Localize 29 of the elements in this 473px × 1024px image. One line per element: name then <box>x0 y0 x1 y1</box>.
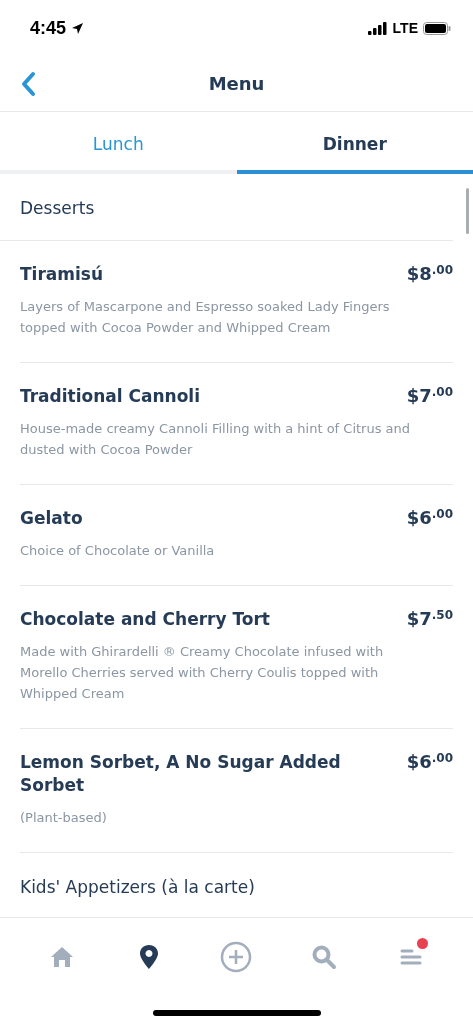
location-arrow-icon <box>71 21 85 35</box>
item-price: $6$^{.00}$ <box>406 507 453 528</box>
item-description: House-made creamy Cannoli Filling with a hint of Citrus and dusted with Cocoa Powder <box>20 420 412 459</box>
item-description: (Plant-based) <box>20 809 108 827</box>
item-description: Choice of Chocolate or Vanilla <box>20 542 216 560</box>
status-time: 4:45 <box>30 17 67 39</box>
scrollbar <box>466 188 469 234</box>
signal-icon <box>367 21 388 35</box>
item-price: $6$^{.00}$ <box>406 751 453 772</box>
network-label: LTE <box>392 20 418 36</box>
item-price: $7$^{.00}$ <box>406 385 453 406</box>
item-price: $7$^{.50}$ <box>406 608 453 629</box>
item-name: Gelato <box>20 507 83 530</box>
item-price: $8$^{.00}$ <box>406 263 453 284</box>
search-icon <box>310 944 337 970</box>
page-title: Menu <box>208 73 265 94</box>
add-icon <box>220 941 253 973</box>
item-name: Lemon Sorbet, A No Sugar Added Sorbet <box>20 751 342 797</box>
item-name: Chocolate and Cherry Tort <box>20 608 270 631</box>
item-name: Tiramisú <box>20 263 104 286</box>
section-title: Kids' Appetizers (à la carte) <box>0 853 453 917</box>
item-description: Layers of Mascarpone and Espresso soaked Lady Fingers topped with Cocoa Powder and Whipped Cream <box>20 298 391 337</box>
home-icon <box>49 946 74 968</box>
item-name: Traditional Cannoli <box>20 385 201 408</box>
menu-icon <box>400 947 423 967</box>
section-title: Desserts <box>0 174 453 241</box>
item-description: Made with Ghirardelli ® Creamy Chocolate infused with Morello Cherries served with Cherry Coulis topped with Whipped Cream <box>20 643 385 703</box>
battery-icon <box>423 21 451 35</box>
location-pin-icon <box>139 944 160 970</box>
